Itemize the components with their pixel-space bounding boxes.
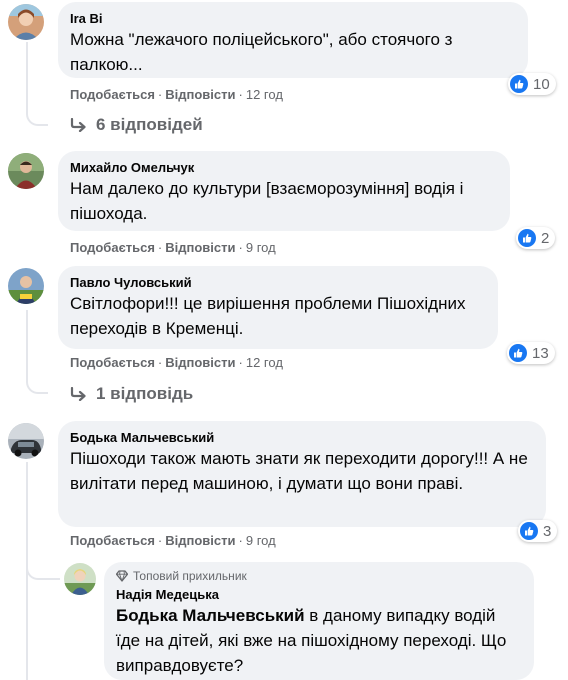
reply-arrow-icon bbox=[70, 118, 86, 132]
top-fan-badge: Топовий прихильник bbox=[116, 568, 522, 584]
thread-curve bbox=[26, 556, 60, 580]
like-icon bbox=[520, 522, 538, 540]
separator: · bbox=[157, 87, 163, 102]
like-button[interactable]: Подобається bbox=[70, 240, 155, 255]
thread-curve bbox=[26, 100, 48, 126]
comment-bubble: Іra Bi Можна "лежачого поліцейського", а… bbox=[58, 2, 528, 78]
comment-text: Світлофори!!! це вирішення проблеми Пішо… bbox=[70, 294, 466, 338]
comment-actions: Подобається · Відповісти · 12 год bbox=[70, 355, 283, 371]
comment-text: Пішоходи також мають знати як переходити… bbox=[70, 449, 528, 493]
avatar[interactable] bbox=[8, 4, 44, 40]
separator: · bbox=[157, 533, 163, 548]
like-icon bbox=[509, 344, 527, 362]
view-replies-button[interactable]: 6 відповідей bbox=[70, 115, 203, 135]
comment-author[interactable]: Іra Bi bbox=[70, 10, 516, 27]
avatar[interactable] bbox=[8, 268, 44, 304]
comment-text: Нам далеко до культури [взаєморозуміння]… bbox=[70, 179, 464, 223]
reaction-number: 13 bbox=[532, 344, 549, 362]
reply-button[interactable]: Відповісти bbox=[165, 355, 235, 370]
comment-author[interactable]: Михайло Омельчук bbox=[70, 159, 498, 176]
comment-actions: Подобається · Відповісти · 9 год bbox=[70, 240, 276, 256]
reaction-number: 10 bbox=[533, 75, 550, 93]
reply-text: Бодька Мальчевський в даному випадку вод… bbox=[116, 603, 522, 678]
reaction-count[interactable]: 2 bbox=[516, 227, 556, 249]
comment-time[interactable]: 9 год bbox=[246, 533, 276, 548]
like-icon bbox=[518, 229, 536, 247]
mention-link[interactable]: Бодька Мальчевський bbox=[116, 606, 305, 625]
diamond-icon bbox=[116, 570, 128, 582]
avatar[interactable] bbox=[8, 423, 44, 459]
avatar[interactable] bbox=[64, 563, 96, 595]
comment-actions: Подобається · Відповісти · 12 год bbox=[70, 87, 283, 103]
reaction-count[interactable]: 13 bbox=[507, 342, 555, 364]
comment-author[interactable]: Павло Чуловський bbox=[70, 274, 486, 291]
like-button[interactable]: Подобається bbox=[70, 87, 155, 102]
separator: · bbox=[238, 87, 243, 102]
reply-bubble: Топовий прихильник Надія Медецька Бодька… bbox=[104, 562, 534, 680]
separator: · bbox=[157, 355, 163, 370]
replies-label: 6 відповідей bbox=[96, 115, 203, 134]
comment-text: Можна "лежачого поліцейського", або стоя… bbox=[70, 30, 453, 74]
badge-label: Топовий прихильник bbox=[133, 569, 247, 583]
separator: · bbox=[238, 533, 243, 548]
comment-author[interactable]: Бодька Мальчевський bbox=[70, 429, 534, 446]
like-icon bbox=[510, 75, 528, 93]
comment-time[interactable]: 12 год bbox=[246, 87, 283, 102]
reaction-count[interactable]: 3 bbox=[518, 520, 558, 542]
reply-button[interactable]: Відповісти bbox=[165, 240, 235, 255]
like-button[interactable]: Подобається bbox=[70, 355, 155, 370]
separator: · bbox=[238, 355, 243, 370]
reply-author[interactable]: Надія Медецька bbox=[116, 586, 522, 603]
replies-label: 1 відповідь bbox=[96, 384, 194, 403]
reaction-count[interactable]: 10 bbox=[508, 73, 556, 95]
thread-line bbox=[26, 42, 28, 108]
reply-button[interactable]: Відповісти bbox=[165, 533, 235, 548]
reaction-number: 3 bbox=[543, 522, 552, 540]
like-button[interactable]: Подобається bbox=[70, 533, 155, 548]
avatar[interactable] bbox=[8, 153, 44, 189]
comment-actions: Подобається · Відповісти · 9 год bbox=[70, 533, 276, 549]
comment-bubble: Бодька Мальчевський Пішоходи також мають… bbox=[58, 421, 546, 527]
separator: · bbox=[238, 240, 243, 255]
comment-bubble: Михайло Омельчук Нам далеко до культури … bbox=[58, 151, 510, 231]
thread-curve bbox=[26, 368, 48, 394]
comment-bubble: Павло Чуловський Світлофори!!! це виріше… bbox=[58, 266, 498, 349]
reaction-number: 2 bbox=[541, 229, 550, 247]
separator: · bbox=[157, 240, 163, 255]
thread-line bbox=[26, 310, 28, 376]
reply-arrow-icon bbox=[70, 387, 86, 401]
view-replies-button[interactable]: 1 відповідь bbox=[70, 384, 193, 404]
comment-time[interactable]: 12 год bbox=[246, 355, 283, 370]
reply-button[interactable]: Відповісти bbox=[165, 87, 235, 102]
comment-time[interactable]: 9 год bbox=[246, 240, 276, 255]
